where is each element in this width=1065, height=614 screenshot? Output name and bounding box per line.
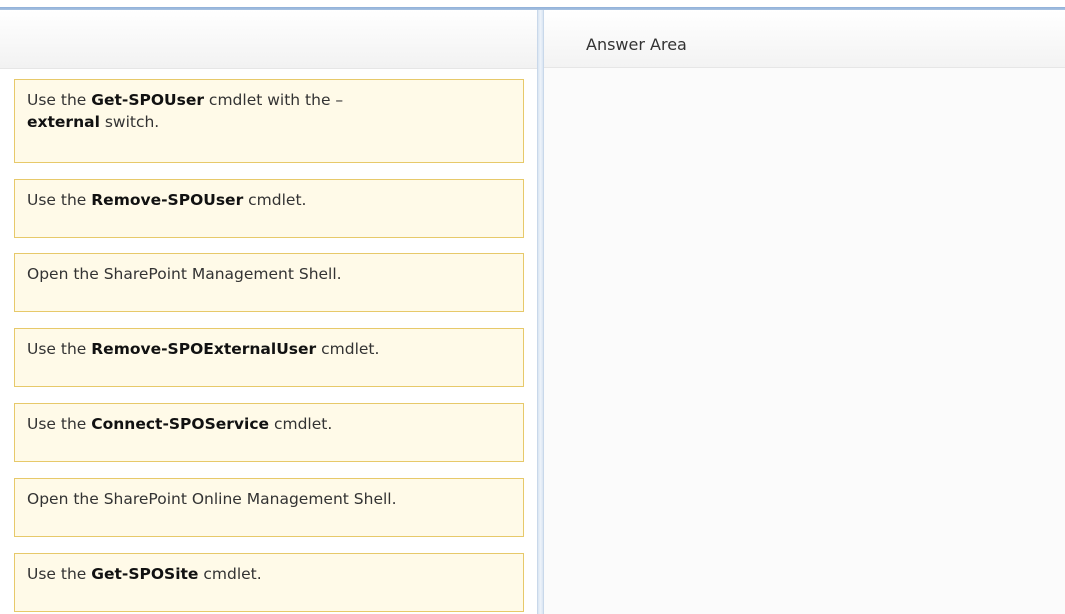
- choice-item-get-sposite[interactable]: Use the Get-SPOSite cmdlet.: [14, 553, 524, 612]
- choice-text: Use the Connect-SPOService cmdlet.: [27, 415, 333, 433]
- choice-item-remove-spouser[interactable]: Use the Remove-SPOUser cmdlet.: [14, 179, 524, 238]
- choice-item-connect-sposervice[interactable]: Use the Connect-SPOService cmdlet.: [14, 403, 524, 462]
- answer-drop-zone[interactable]: [544, 69, 1065, 614]
- choice-item-open-sharepoint-shell[interactable]: Open the SharePoint Management Shell.: [14, 253, 524, 312]
- choice-text: Use the Get-SPOUser cmdlet with the – ext…: [27, 91, 344, 131]
- choice-text: Open the SharePoint Online Management Sh…: [27, 490, 397, 508]
- panel-splitter[interactable]: [537, 10, 544, 614]
- choice-text: Open the SharePoint Management Shell.: [27, 265, 342, 283]
- choice-item-remove-spoexternaluser[interactable]: Use the Remove-SPOExternalUser cmdlet.: [14, 328, 524, 387]
- choice-text: Use the Get-SPOSite cmdlet.: [27, 565, 262, 583]
- top-border: [0, 0, 1065, 10]
- choice-item-get-spouser[interactable]: Use the Get-SPOUser cmdlet with the – ext…: [14, 79, 524, 163]
- choices-header: [0, 10, 537, 69]
- choice-text: Use the Remove-SPOUser cmdlet.: [27, 191, 307, 209]
- answer-header: Answer Area: [544, 10, 1065, 68]
- choice-item-open-sharepoint-online-shell[interactable]: Open the SharePoint Online Management Sh…: [14, 478, 524, 537]
- choice-text: Use the Remove-SPOExternalUser cmdlet.: [27, 340, 380, 358]
- answer-area-title: Answer Area: [586, 35, 687, 54]
